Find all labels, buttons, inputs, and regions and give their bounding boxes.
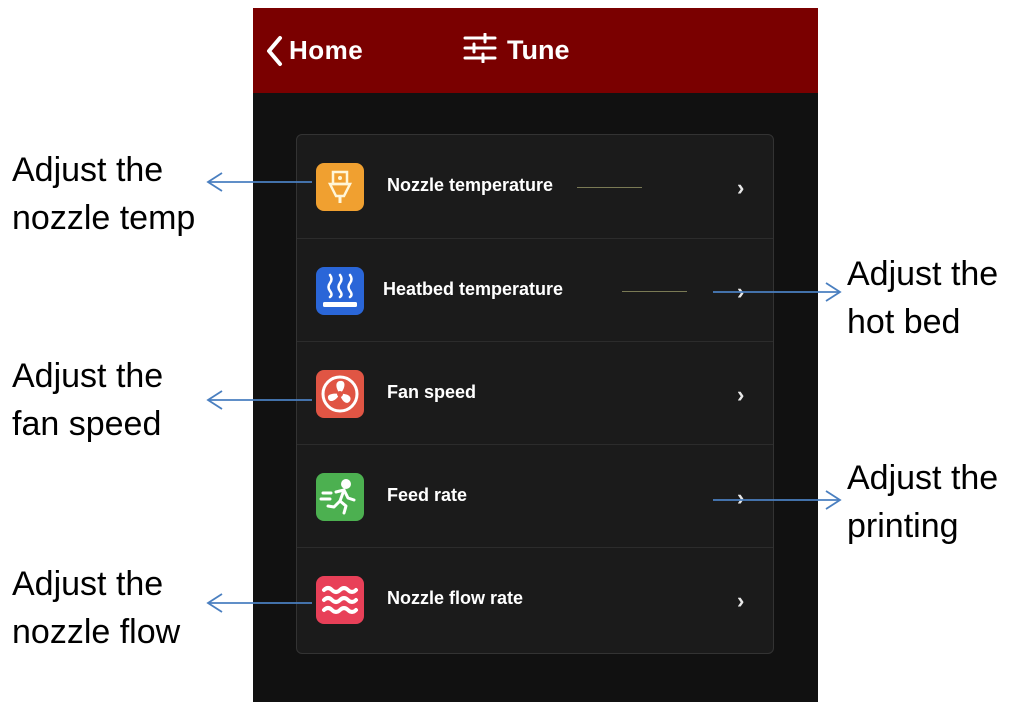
title-label: Tune — [507, 35, 570, 65]
arrowhead-left-icon — [206, 390, 223, 410]
callout-line: fan speed — [12, 405, 162, 443]
callout-line: hot bed — [847, 303, 961, 341]
printer-screen: Home Tune Nozzle temperature › Heatbed t… — [253, 8, 818, 702]
callout-nozzle-temp: Adjust the nozzle temp — [12, 146, 195, 242]
chevron-right-icon: › — [737, 382, 745, 407]
callout-line: Adjust the — [847, 459, 999, 497]
flow-rate-icon — [316, 576, 364, 624]
back-chevron-icon — [265, 35, 283, 67]
callout-printing: Adjust the printing — [847, 454, 998, 550]
chevron-right-icon: › — [737, 485, 745, 510]
chevron-right-icon: › — [737, 175, 745, 200]
top-bar: Home Tune — [253, 8, 818, 93]
menu-item-label: Heatbed temperature — [383, 279, 564, 299]
arrowhead-left-icon — [206, 172, 223, 192]
back-button[interactable]: Home — [265, 28, 363, 73]
menu-item-nozzle-temperature[interactable]: Nozzle temperature › — [297, 135, 773, 238]
menu-item-nozzle-flow-rate[interactable]: Nozzle flow rate › — [297, 547, 773, 651]
menu-item-label: Feed rate — [387, 485, 468, 505]
tune-menu: Nozzle temperature › Heatbed temperature… — [296, 134, 774, 654]
fan-icon — [316, 370, 364, 418]
callout-line: nozzle temp — [12, 199, 196, 237]
callout-nozzle-flow: Adjust the nozzle flow — [12, 560, 180, 656]
callout-line: Adjust the — [12, 357, 164, 395]
arrowhead-right-icon — [825, 282, 842, 302]
callout-line: Adjust the — [12, 565, 164, 603]
chevron-right-icon: › — [737, 279, 745, 304]
callout-line: printing — [847, 507, 959, 545]
callout-fan-speed: Adjust the fan speed — [12, 352, 163, 448]
chevron-right-icon: › — [737, 588, 745, 613]
callout-line: Adjust the — [847, 255, 999, 293]
page-title: Tune — [463, 28, 570, 73]
heatbed-temperature-icon — [316, 267, 364, 315]
callout-hot-bed: Adjust the hot bed — [847, 250, 998, 346]
menu-item-heatbed-temperature[interactable]: Heatbed temperature › — [297, 238, 773, 342]
menu-item-label: Nozzle flow rate — [387, 588, 524, 608]
menu-item-label: Fan speed — [387, 382, 477, 402]
feed-rate-icon — [316, 473, 364, 521]
tune-sliders-icon — [463, 32, 497, 68]
menu-item-label: Nozzle temperature — [387, 175, 554, 195]
menu-item-fan-speed[interactable]: Fan speed › — [297, 341, 773, 445]
divider-line — [577, 187, 642, 188]
back-label: Home — [289, 35, 364, 65]
divider-line — [622, 291, 687, 292]
arrowhead-right-icon — [825, 490, 842, 510]
nozzle-temperature-icon — [316, 163, 364, 211]
callout-line: nozzle flow — [12, 613, 181, 651]
menu-item-feed-rate[interactable]: Feed rate › — [297, 444, 773, 548]
arrowhead-left-icon — [206, 593, 223, 613]
callout-line: Adjust the — [12, 151, 164, 189]
